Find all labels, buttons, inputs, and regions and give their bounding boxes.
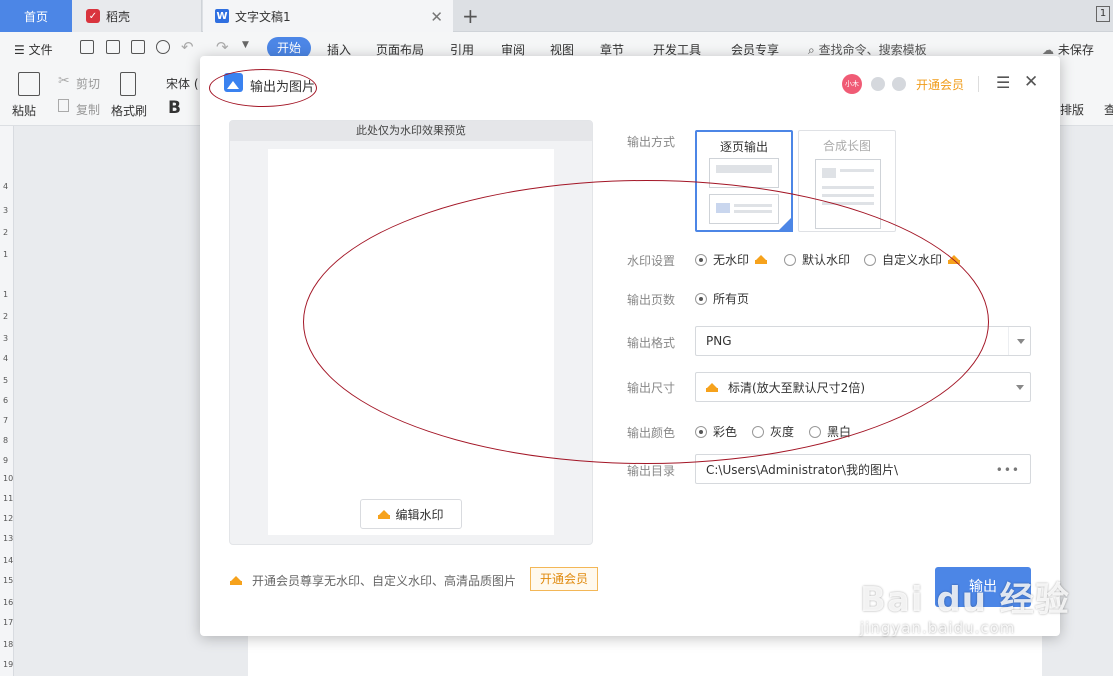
menu-file[interactable]: ☰ 文件 — [14, 41, 53, 58]
vip-link[interactable]: 开通会员 — [916, 76, 964, 93]
super-member-badge-icon — [892, 77, 906, 91]
print-icon[interactable] — [131, 40, 145, 54]
annotation-ellipse-settings — [303, 180, 989, 464]
close-icon[interactable]: ✕ — [1024, 72, 1038, 92]
ruler-tick: 2 — [3, 312, 9, 321]
ruler-tick: 14 — [3, 556, 14, 565]
ruler-tick: 15 — [3, 576, 14, 585]
print-preview-icon[interactable] — [156, 40, 170, 54]
chevron-down-icon — [1008, 327, 1030, 355]
tab-docer[interactable]: ✓ 稻壳 — [72, 0, 202, 32]
tab-home-label: 首页 — [23, 9, 48, 24]
crown-icon — [230, 576, 242, 585]
mode-long-image-label: 合成长图 — [822, 139, 871, 153]
ruler-tick: 11 — [3, 494, 14, 503]
ruler-tick: 6 — [3, 396, 9, 405]
unsaved-label: 未保存 — [1057, 43, 1094, 57]
menu-icon[interactable]: ☰ — [996, 73, 1010, 92]
ruler-tick: 3 — [3, 206, 9, 215]
docer-logo-icon: ✓ — [86, 9, 100, 23]
copy-icon[interactable] — [58, 99, 69, 112]
writer-logo-icon: W — [215, 9, 229, 23]
ruler-tick: 19 — [3, 660, 14, 669]
tab-document-label: 文字文稿1 — [235, 9, 291, 24]
command-search-label: 查找命令、搜索模板 — [818, 43, 927, 57]
cut-button[interactable]: 剪切 — [76, 75, 100, 92]
header-divider — [978, 76, 979, 92]
mode-per-page-label: 逐页输出 — [719, 140, 768, 154]
baidu-watermark: Bai du 经验 jingyan.baidu.com — [860, 572, 1070, 637]
quick-access-dropdown-icon[interactable]: ▼ — [242, 40, 249, 50]
chevron-down-icon — [1008, 373, 1030, 401]
edit-watermark-button[interactable]: 编辑水印 — [360, 499, 462, 529]
watermark-sub: jingyan.baidu.com — [860, 619, 1016, 637]
vertical-ruler: 4 3 2 1 1 2 3 4 5 6 7 8 9 10 11 12 13 14… — [0, 126, 14, 676]
save-icon[interactable] — [80, 40, 94, 54]
watermark-main: Bai du 经验 — [860, 580, 1070, 620]
paste-button[interactable]: 粘贴 — [12, 102, 36, 119]
ruler-tick: 12 — [3, 514, 14, 523]
ruler-tick: 3 — [3, 334, 9, 343]
output-mode-label: 输出方式 — [627, 135, 676, 149]
ruler-tick: 10 — [3, 474, 14, 483]
copy-button[interactable]: 复制 — [76, 101, 100, 118]
cloud-icon: ☁ — [1042, 43, 1054, 57]
ruler-tick: 9 — [3, 456, 9, 465]
ruler-tick: 16 — [3, 598, 14, 607]
paste-icon[interactable] — [18, 72, 40, 96]
crown-icon — [378, 509, 391, 519]
tab-docer-label: 稻壳 — [106, 9, 131, 24]
cut-icon[interactable]: ✂ — [58, 73, 70, 89]
format-painter-icon[interactable] — [120, 72, 136, 96]
tab-document[interactable]: W 文字文稿1 ✕ — [203, 0, 453, 32]
member-note-label: 开通会员尊享无水印、自定义水印、高清品质图片 — [252, 574, 517, 588]
export-pdf-icon[interactable] — [106, 40, 120, 54]
close-tab-icon[interactable]: ✕ — [430, 8, 443, 26]
undo-icon[interactable]: ↶ — [181, 38, 194, 56]
redo-icon[interactable]: ↷ — [216, 38, 229, 56]
open-vip-button[interactable]: 开通会员 — [530, 567, 598, 591]
ruler-tick: 1 — [3, 250, 9, 259]
annotation-ellipse-title — [209, 69, 317, 107]
search-icon: ⌕ — [808, 43, 815, 57]
ruler-tick: 4 — [3, 182, 9, 191]
ruler-tick: 13 — [3, 534, 14, 543]
ruler-tick: 8 — [3, 436, 9, 445]
menu-file-label: 文件 — [28, 43, 53, 57]
browse-icon[interactable]: ••• — [996, 463, 1020, 477]
typesetting-button[interactable]: 排版 — [1060, 101, 1084, 118]
ruler-tick: 4 — [3, 354, 9, 363]
directory-input[interactable]: C:\Users\Administrator\我的图片\ ••• — [695, 454, 1031, 484]
ruler-tick: 2 — [3, 228, 9, 237]
member-badge-icon — [871, 77, 885, 91]
output-directory-label: 输出目录 — [627, 464, 676, 478]
member-note: 开通会员尊享无水印、自定义水印、高清品质图片 — [230, 572, 516, 589]
ruler-tick: 17 — [3, 618, 14, 627]
preview-header: 此处仅为水印效果预览 — [230, 121, 592, 141]
directory-value: C:\Users\Administrator\我的图片\ — [706, 462, 899, 477]
ruler-tick: 7 — [3, 416, 9, 425]
find-button[interactable]: 查 — [1104, 101, 1113, 118]
edit-watermark-label: 编辑水印 — [395, 507, 444, 522]
window-count-badge[interactable]: 1 — [1096, 6, 1110, 22]
ruler-tick: 5 — [3, 376, 9, 385]
font-name-select[interactable]: 宋体 ( — [166, 75, 199, 92]
ruler-tick: 18 — [3, 640, 14, 649]
add-tab-icon[interactable]: + — [462, 4, 479, 28]
avatar[interactable]: 小木 — [842, 74, 862, 94]
bold-button[interactable]: B — [168, 98, 181, 118]
hamburger-icon: ☰ — [14, 43, 25, 57]
tab-home[interactable]: 首页 — [0, 0, 72, 32]
ruler-tick: 1 — [3, 290, 9, 299]
tab-bar: 首页 ✓ 稻壳 W 文字文稿1 ✕ + 1 — [0, 0, 1113, 32]
format-painter-button[interactable]: 格式刷 — [111, 102, 147, 119]
